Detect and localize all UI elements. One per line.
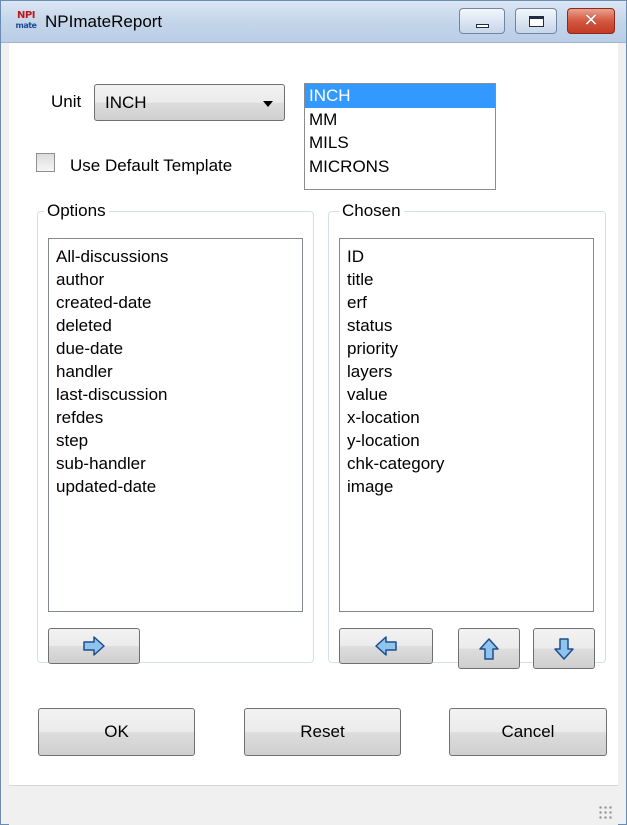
unit-option-inch[interactable]: INCH	[305, 84, 495, 108]
chosen-listbox[interactable]: ID title erf status priority layers valu…	[339, 238, 594, 612]
list-item[interactable]: author	[49, 268, 302, 291]
window-title: NPImateReport	[45, 12, 163, 31]
unit-option-mils[interactable]: MILS	[305, 131, 495, 155]
list-item[interactable]: updated-date	[49, 475, 302, 498]
arrow-down-icon	[554, 637, 574, 660]
list-item[interactable]: image	[340, 475, 593, 498]
add-to-chosen-button[interactable]	[48, 628, 140, 664]
npimate-report-window: NPI mate NPImateReport ✕ Unit INCH INCH …	[0, 0, 627, 825]
list-item[interactable]: handler	[49, 360, 302, 383]
list-item[interactable]: value	[340, 383, 593, 406]
unit-dropdown-value: INCH	[105, 93, 147, 112]
list-item[interactable]: All-discussions	[49, 245, 302, 268]
npimate-logo-icon: NPI mate	[15, 10, 37, 31]
ok-button[interactable]: OK	[38, 708, 195, 756]
unit-label: Unit	[51, 92, 82, 111]
maximize-icon	[529, 16, 544, 27]
chosen-group-title: Chosen	[339, 201, 404, 221]
list-item[interactable]: sub-handler	[49, 452, 302, 475]
minimize-icon	[476, 24, 489, 28]
status-bar	[9, 785, 618, 825]
chosen-group: Chosen ID title erf status priority laye…	[328, 201, 606, 663]
default-template-checkbox[interactable]	[36, 153, 55, 172]
list-item[interactable]: refdes	[49, 406, 302, 429]
unit-dropdown[interactable]: INCH	[94, 84, 285, 121]
list-item[interactable]: priority	[340, 337, 593, 360]
close-button[interactable]: ✕	[567, 8, 615, 34]
move-down-button[interactable]	[533, 628, 595, 669]
options-group-title: Options	[44, 201, 109, 221]
list-item[interactable]: layers	[340, 360, 593, 383]
title-bar[interactable]: NPI mate NPImateReport ✕	[1, 1, 626, 43]
list-item[interactable]: due-date	[49, 337, 302, 360]
move-up-button[interactable]	[458, 628, 520, 669]
minimize-button[interactable]	[459, 8, 505, 34]
list-item[interactable]: x-location	[340, 406, 593, 429]
list-item[interactable]: chk-category	[340, 452, 593, 475]
list-item[interactable]: last-discussion	[49, 383, 302, 406]
list-item[interactable]: y-location	[340, 429, 593, 452]
options-listbox[interactable]: All-discussions author created-date dele…	[48, 238, 303, 612]
remove-from-chosen-button[interactable]	[339, 628, 433, 664]
resize-grip-icon[interactable]	[598, 805, 612, 819]
unit-options-list[interactable]: INCH MM MILS MICRONS	[304, 83, 496, 190]
chevron-down-icon	[263, 101, 273, 107]
reset-button[interactable]: Reset	[244, 708, 401, 756]
list-item[interactable]: step	[49, 429, 302, 452]
close-icon: ✕	[583, 10, 599, 31]
arrow-left-icon	[375, 636, 397, 656]
maximize-button[interactable]	[515, 8, 557, 34]
list-item[interactable]: title	[340, 268, 593, 291]
list-item[interactable]: deleted	[49, 314, 302, 337]
list-item[interactable]: created-date	[49, 291, 302, 314]
arrow-right-icon	[83, 636, 105, 656]
arrow-up-icon	[479, 637, 499, 660]
list-item[interactable]: ID	[340, 245, 593, 268]
default-template-label[interactable]: Use Default Template	[70, 156, 232, 176]
cancel-button[interactable]: Cancel	[449, 708, 607, 756]
list-item[interactable]: status	[340, 314, 593, 337]
options-group: Options All-discussions author created-d…	[37, 201, 314, 663]
list-item[interactable]: erf	[340, 291, 593, 314]
unit-option-mm[interactable]: MM	[305, 108, 495, 132]
unit-option-microns[interactable]: MICRONS	[305, 155, 495, 179]
